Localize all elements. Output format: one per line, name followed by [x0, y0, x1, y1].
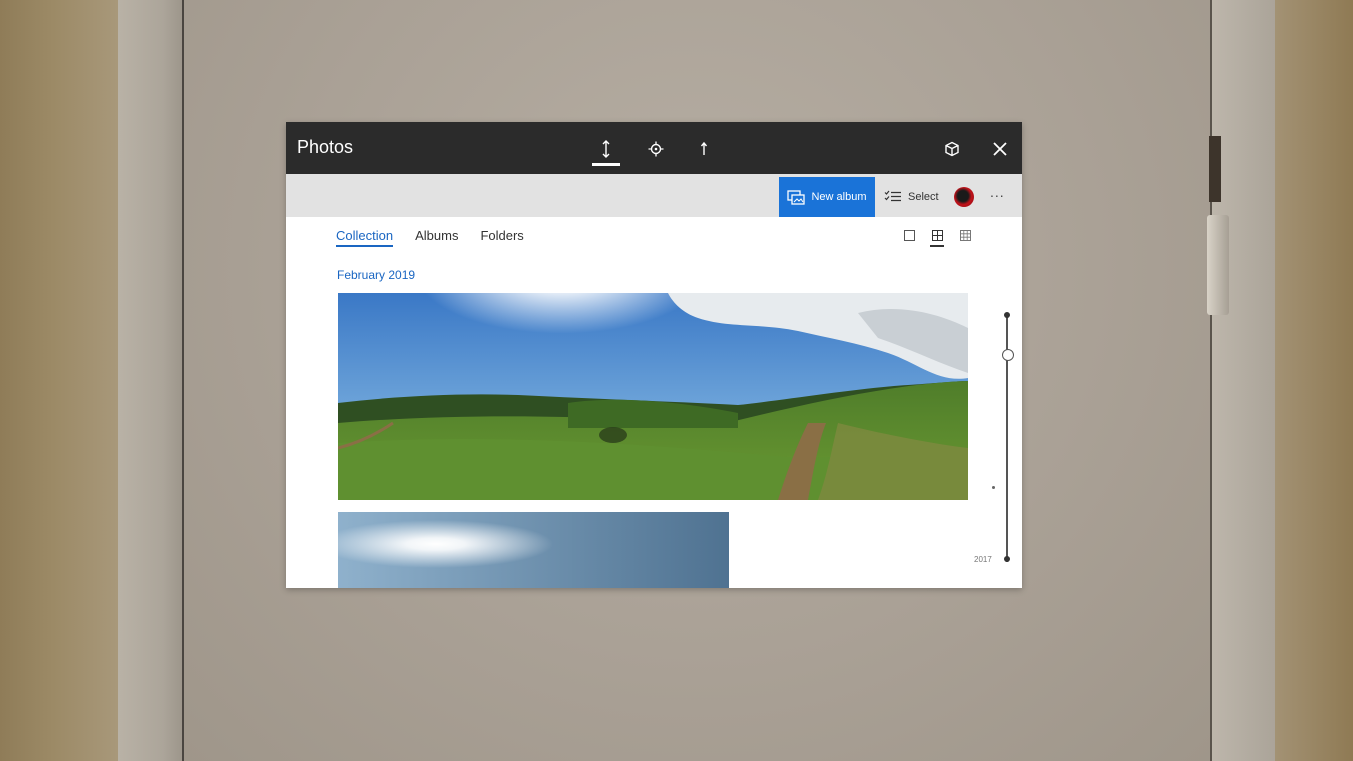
close-icon	[993, 142, 1007, 156]
select-label: Select	[908, 191, 939, 203]
sky-sun-image	[338, 512, 729, 588]
resize-icon	[700, 141, 708, 155]
door-frame-left	[118, 0, 184, 761]
timeline-scrubber-handle[interactable]	[1002, 349, 1014, 361]
door-hinge	[1207, 215, 1229, 315]
panorama-landscape-image	[338, 293, 968, 500]
close-button[interactable]	[982, 132, 1018, 166]
date-group-header: February 2019	[337, 268, 416, 282]
adjust-height-button[interactable]	[588, 132, 624, 166]
single-view-icon	[903, 229, 915, 241]
resize-button[interactable]	[686, 132, 722, 166]
photo-thumbnail-panorama[interactable]	[338, 293, 968, 500]
photo-thumbnail-sky[interactable]	[338, 512, 729, 588]
move-button[interactable]	[638, 132, 674, 166]
account-avatar[interactable]	[954, 187, 974, 207]
tab-albums[interactable]: Albums	[415, 228, 458, 247]
timeline-marker	[992, 486, 995, 489]
timeline-end-dot	[1004, 556, 1010, 562]
more-options-button[interactable]: ...	[990, 184, 1005, 200]
3d-box-icon	[945, 141, 959, 157]
view-in-3d-button[interactable]	[934, 132, 970, 166]
timeline-year-label: 2017	[974, 555, 992, 564]
timeline-start-dot	[1004, 312, 1010, 318]
new-album-button[interactable]: New album	[779, 177, 875, 217]
medium-grid-button[interactable]	[930, 228, 944, 247]
new-album-label: New album	[811, 191, 867, 203]
new-album-icon	[787, 190, 806, 205]
tab-folders[interactable]: Folders	[480, 228, 523, 247]
command-bar: New album Select ...	[286, 174, 1022, 217]
title-bar[interactable]: Photos	[286, 122, 1022, 174]
door-latch	[1209, 136, 1221, 202]
small-grid-button[interactable]	[958, 228, 972, 242]
single-view-button[interactable]	[902, 228, 916, 242]
move-icon	[648, 141, 664, 157]
app-title: Photos	[297, 137, 354, 157]
select-button[interactable]: Select	[884, 177, 939, 217]
door-frame-right	[1210, 0, 1278, 761]
photos-app-window: Photos New album Select ... Collection A…	[286, 122, 1022, 588]
medium-grid-icon	[931, 229, 943, 241]
tab-collection[interactable]: Collection	[336, 228, 394, 247]
view-size-toggles	[902, 228, 972, 247]
collection-nav: Collection Albums Folders	[336, 228, 524, 247]
select-list-icon	[884, 190, 901, 202]
wall-background-right	[1275, 0, 1353, 761]
wall-background-left	[0, 0, 118, 761]
small-grid-icon	[959, 229, 971, 241]
adjust-height-icon	[602, 140, 610, 158]
